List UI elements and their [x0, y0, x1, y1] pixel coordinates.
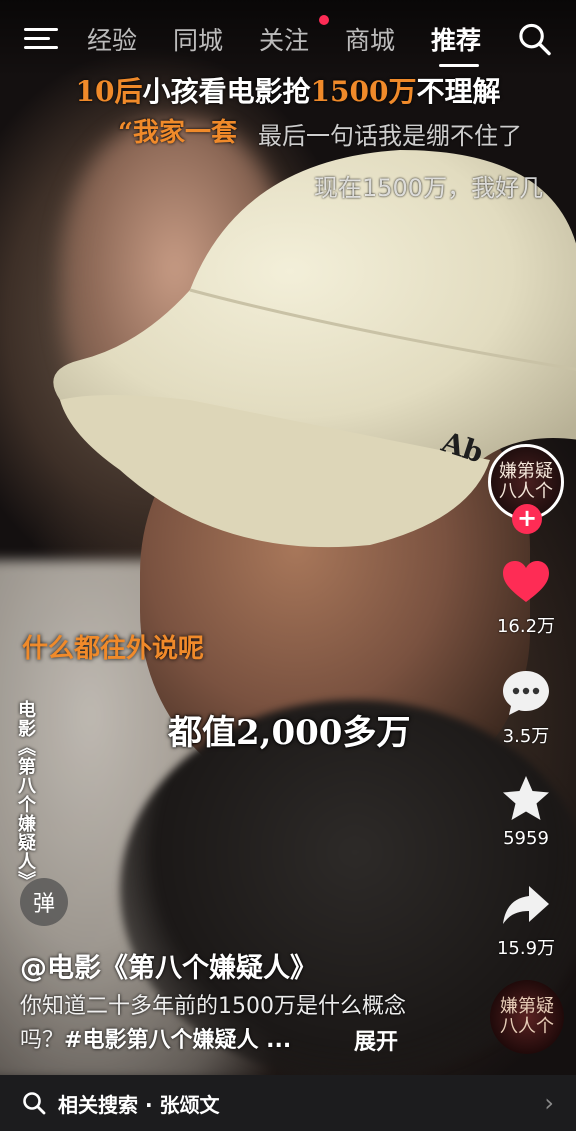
expand-button[interactable]: 展开	[354, 1024, 398, 1056]
subtitle-white: 都值2,000多万	[168, 713, 411, 753]
hashtag-link[interactable]: #电影第八个嫌疑人 ...	[64, 1028, 291, 1053]
video-headline-caption: 10后小孩看电影抢1500万不理解	[75, 75, 501, 108]
related-search-bar[interactable]: 相关搜索 · 张颂文 ›	[0, 1075, 576, 1131]
comment-button[interactable]: 3.5万	[484, 668, 568, 748]
movie-watermark: 电影《第八个嫌疑人》	[15, 700, 36, 890]
notification-dot	[319, 15, 330, 25]
related-search-text: 相关搜索 · 张颂文	[58, 1092, 220, 1117]
star-icon	[503, 776, 549, 820]
video-caption-line2: “我家一套	[118, 118, 237, 148]
top-nav: 经验 同城 关注 商城 推荐	[0, 0, 576, 78]
search-icon[interactable]	[517, 21, 552, 57]
danmu-comment: 现在1500万，我好几	[314, 174, 544, 202]
menu-icon[interactable]	[24, 26, 58, 52]
like-button[interactable]: 16.2万	[484, 558, 568, 638]
search-icon	[23, 1092, 46, 1115]
share-icon	[503, 886, 549, 924]
heart-icon	[503, 561, 549, 602]
danmaku-toggle-button[interactable]: 弹	[20, 878, 68, 926]
chevron-right-icon: ›	[544, 1089, 554, 1117]
tab-nearby[interactable]: 同城	[173, 21, 259, 57]
music-disc-text: 嫌第疑八人个	[500, 996, 554, 1037]
share-button[interactable]: 15.9万	[484, 880, 568, 960]
favorite-button[interactable]: 5959	[484, 774, 568, 849]
music-disc[interactable]: 嫌第疑八人个	[490, 980, 564, 1054]
subtitle-orange: 什么都往外说呢	[22, 634, 205, 664]
follow-button[interactable]: +	[512, 504, 542, 534]
tab-experience[interactable]: 经验	[87, 21, 173, 57]
tab-following[interactable]: 关注	[259, 15, 345, 57]
tab-recommend[interactable]: 推荐	[431, 21, 517, 67]
author-name[interactable]: @电影《第八个嫌疑人》	[20, 946, 317, 985]
danmu-comment: 最后一句话我是绷不住了	[258, 122, 522, 150]
tab-mall[interactable]: 商城	[345, 21, 431, 57]
comment-icon	[503, 671, 549, 715]
avatar-text: 嫌第疑八人个	[499, 461, 553, 502]
feed-tabs: 经验 同城 关注 商城 推荐	[87, 15, 517, 67]
